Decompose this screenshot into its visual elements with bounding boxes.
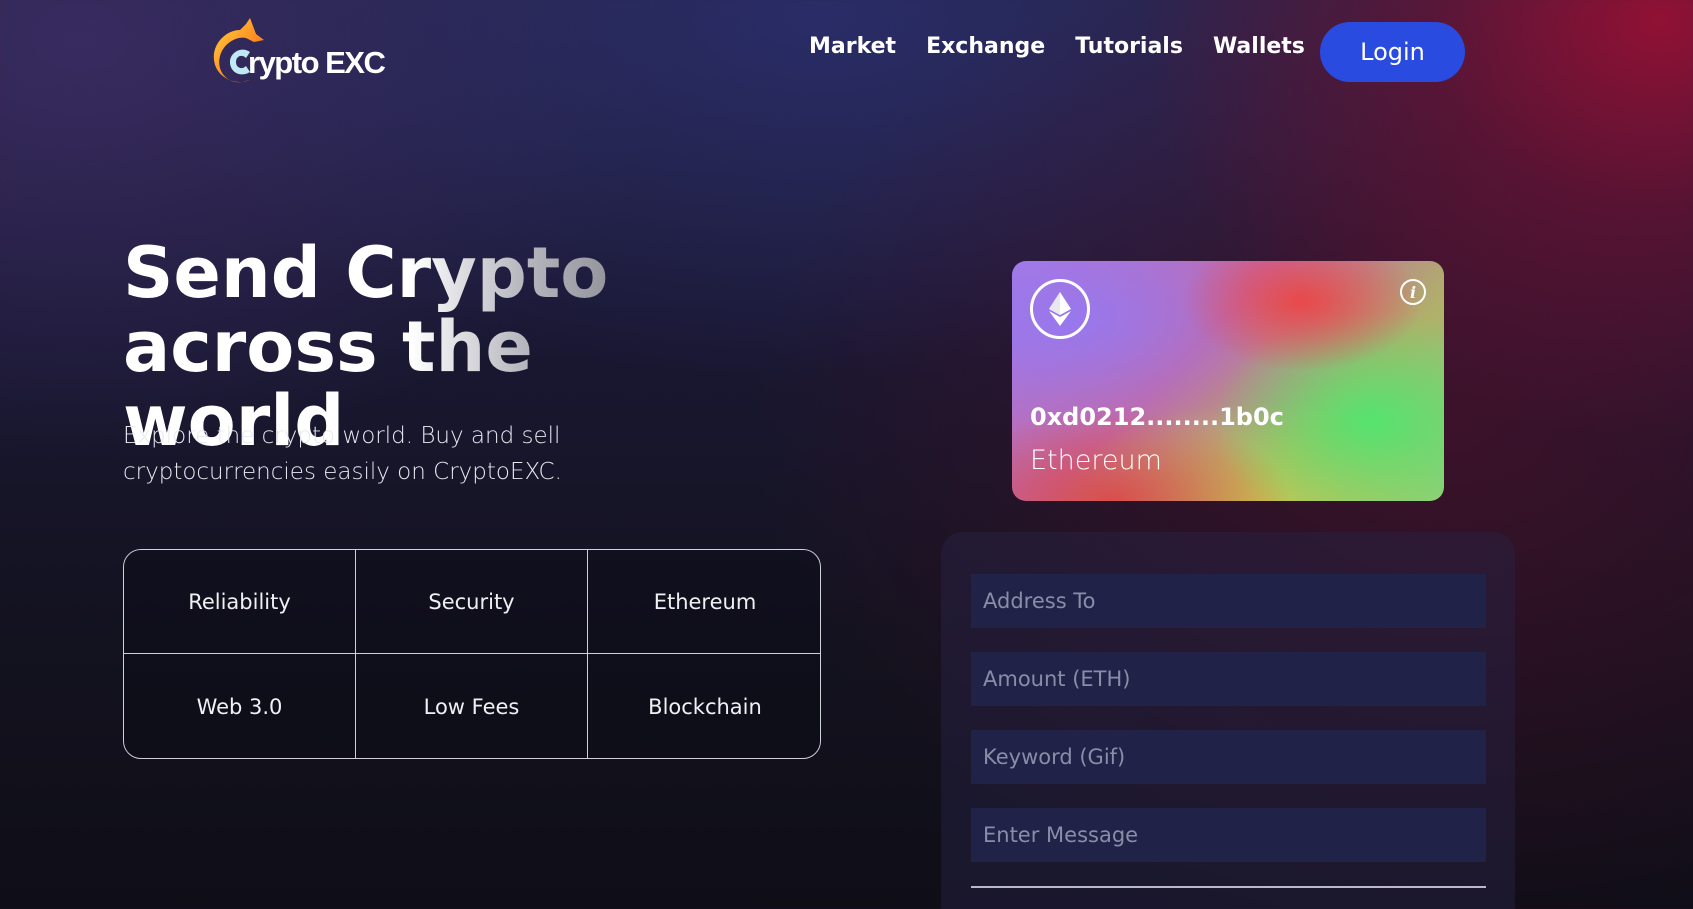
info-icon[interactable]: i: [1400, 279, 1426, 305]
form-divider: [971, 886, 1486, 888]
ethereum-card: i 0xd0212........1b0c Ethereum: [1012, 261, 1444, 501]
brand-name: rypto EXC: [248, 45, 386, 80]
feature-reliability: Reliability: [124, 550, 356, 654]
amount-input[interactable]: [971, 652, 1486, 706]
feature-grid: Reliability Security Ethereum Web 3.0 Lo…: [123, 549, 821, 759]
wallet-address: 0xd0212........1b0c: [1030, 403, 1284, 431]
hero-subtitle-line1: Explore the crypto world. Buy and sell: [123, 423, 561, 449]
nav-market[interactable]: Market: [809, 34, 896, 59]
message-input[interactable]: [971, 808, 1486, 862]
feature-ethereum: Ethereum: [588, 550, 820, 654]
feature-security: Security: [356, 550, 588, 654]
feature-blockchain: Blockchain: [588, 654, 820, 758]
nav-exchange[interactable]: Exchange: [926, 34, 1045, 59]
login-button[interactable]: Login: [1320, 22, 1465, 82]
nav-wallets[interactable]: Wallets: [1213, 34, 1305, 59]
address-to-input[interactable]: [971, 574, 1486, 628]
hero-subtitle: Explore the crypto world. Buy and sell c…: [123, 418, 593, 490]
nav-tutorials[interactable]: Tutorials: [1075, 34, 1183, 59]
main-nav: Market Exchange Tutorials Wallets: [809, 34, 1335, 59]
feature-low-fees: Low Fees: [356, 654, 588, 758]
network-name: Ethereum: [1030, 445, 1162, 476]
ethereum-icon: [1030, 279, 1090, 339]
brand-logo[interactable]: rypto EXC: [210, 16, 410, 88]
feature-web3: Web 3.0: [124, 654, 356, 758]
hero-title-line1: Send Crypto: [123, 232, 609, 314]
hero-subtitle-line2: cryptocurrencies easily on CryptoEXC.: [123, 459, 562, 485]
keyword-input[interactable]: [971, 730, 1486, 784]
